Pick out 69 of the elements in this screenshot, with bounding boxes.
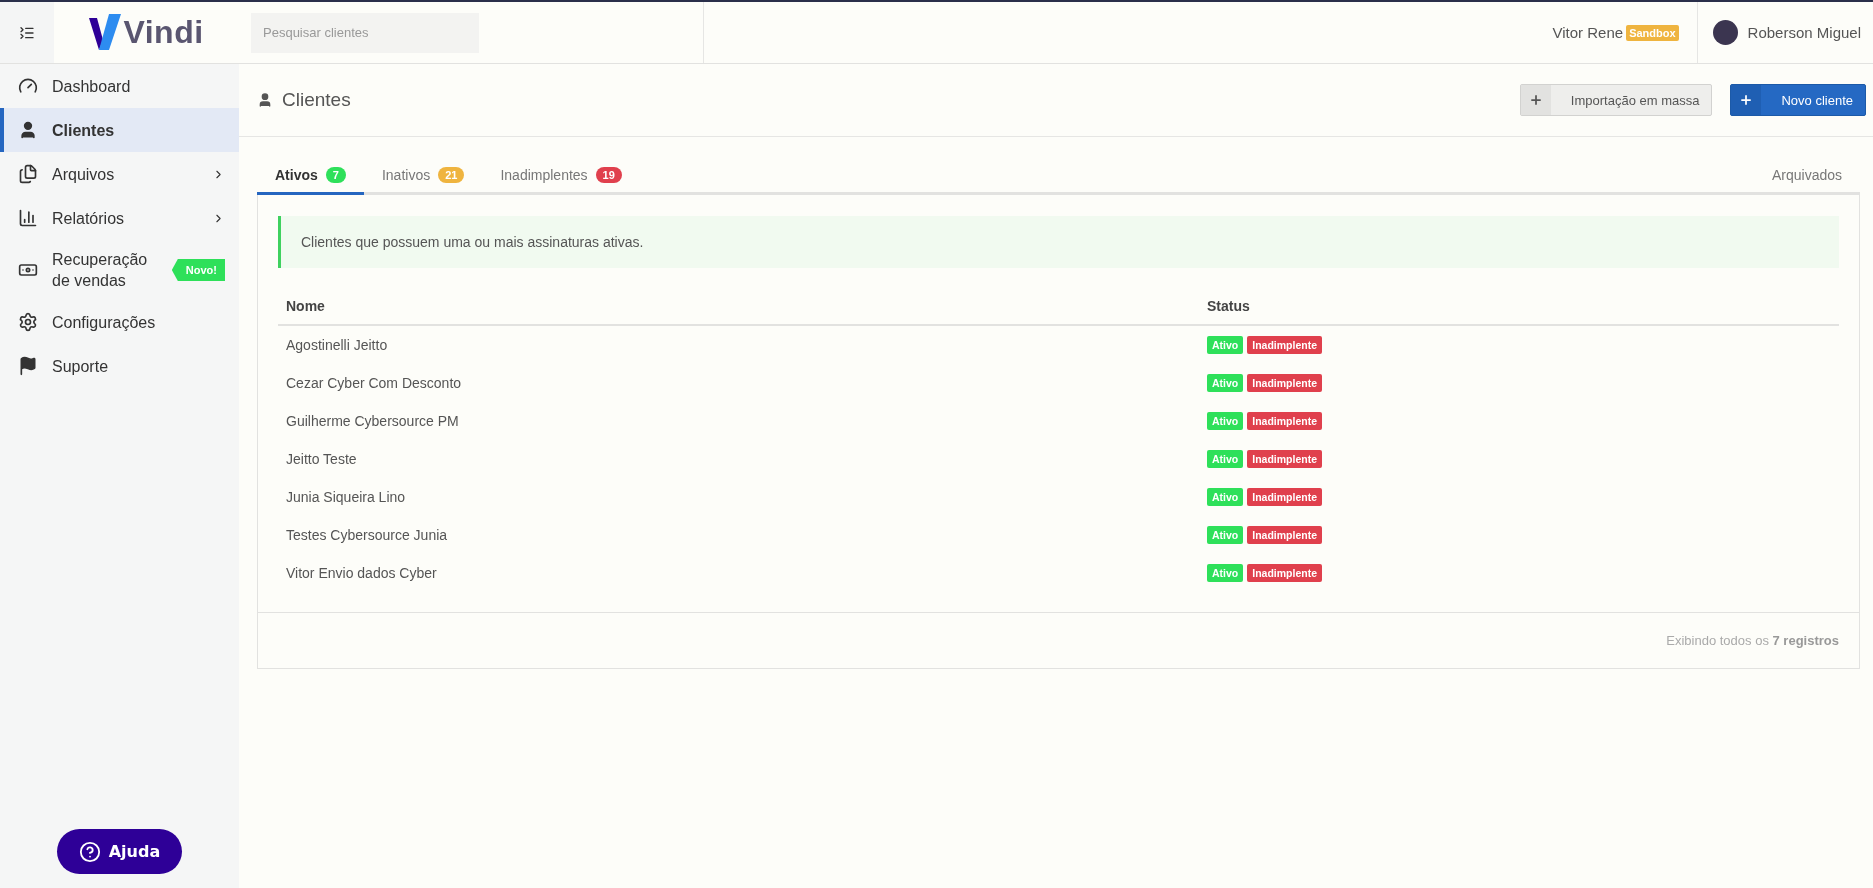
status-badge: Ativo xyxy=(1207,412,1244,430)
sidebar-item-label: Clientes xyxy=(52,120,116,141)
page-title: Clientes xyxy=(282,89,351,111)
client-name-cell: Agostinelli Jeitto xyxy=(278,325,1199,364)
status-badge: Inadimplente xyxy=(1247,488,1322,506)
help-button[interactable]: Ajuda xyxy=(56,829,183,874)
info-notice: Clientes que possuem uma ou mais assinaturas ativas. xyxy=(278,216,1839,268)
search-field[interactable]: Pesquisar clientes xyxy=(251,12,479,53)
status-badge: Ativo xyxy=(1207,374,1244,392)
menu-icon xyxy=(19,24,35,41)
status-badge: Inadimplente xyxy=(1247,374,1322,392)
client-name-cell-text: Jeitto Teste xyxy=(285,450,358,469)
sidebar-item[interactable]: Clientes xyxy=(0,108,239,152)
status-badge: Ativo xyxy=(1207,564,1244,582)
client-name-cell-text: Junia Siqueira Lino xyxy=(285,488,407,507)
bulk-import-button[interactable]: Importação em massa xyxy=(1519,84,1713,116)
column-header: Status xyxy=(1199,288,1839,325)
client-name-cell-text: Vitor Envio dados Cyber xyxy=(285,564,438,583)
count-badge: 19 xyxy=(595,167,622,183)
plus-icon xyxy=(1739,93,1754,107)
tab[interactable]: Inativos 21 xyxy=(363,157,483,195)
help-icon xyxy=(78,840,101,863)
sidebar-item-icon xyxy=(18,164,38,184)
status-badge: Ativo xyxy=(1207,488,1244,506)
sidebar-item-icon xyxy=(18,120,38,140)
sidebar-item-icon xyxy=(18,312,38,332)
sidebar-toggle-button[interactable] xyxy=(0,2,54,63)
tab[interactable]: Inadimplentes 19 xyxy=(482,157,640,195)
sidebar-item-icon xyxy=(18,356,38,376)
sidebar-item[interactable]: Configurações xyxy=(0,300,239,344)
sidebar-item[interactable]: Dashboard xyxy=(0,64,239,108)
count-badge: 7 xyxy=(325,167,346,183)
status-badge: Inadimplente xyxy=(1247,526,1322,544)
new-badge: Novo! xyxy=(171,259,225,281)
status-badge: Inadimplente xyxy=(1247,336,1322,354)
count-badge: 21 xyxy=(438,167,465,183)
status-badge: Inadimplente xyxy=(1247,564,1322,582)
user-icon xyxy=(257,92,273,108)
sidebar-item[interactable]: Suporte xyxy=(0,344,239,388)
sidebar-item-label: Configurações xyxy=(52,312,157,333)
sidebar-item-icon xyxy=(18,76,38,96)
new-client-button[interactable]: Novo cliente xyxy=(1730,84,1866,116)
account-name[interactable]: Vitor Rene xyxy=(1552,24,1624,41)
logo-text: Vindi xyxy=(123,14,204,51)
sidebar-item-label: Dashboard xyxy=(52,76,132,97)
logo-icon xyxy=(89,13,122,52)
sidebar-item-icon xyxy=(18,208,38,228)
client-name-cell-text: Cezar Cyber Com Desconto xyxy=(285,374,463,393)
sidebar-item[interactable]: Relatórios xyxy=(0,196,239,240)
client-name-cell-text: Testes Cybersource Junia xyxy=(285,526,449,545)
user-avatar[interactable] xyxy=(1712,20,1738,45)
sidebar-item-label: Arquivos xyxy=(52,164,116,185)
environment-badge: Sandbox xyxy=(1626,24,1679,41)
client-name-cell-text: Guilherme Cybersource PM xyxy=(285,412,460,431)
status-badge: Ativo xyxy=(1207,526,1244,544)
status-badge: Ativo xyxy=(1207,450,1244,468)
status-badge: Ativo xyxy=(1207,336,1244,354)
sidebar-item[interactable]: Arquivos xyxy=(0,152,239,196)
records-summary: Exibindo todos os 7 registros xyxy=(1666,633,1839,648)
sidebar-item[interactable]: Recuperação de vendas Novo! xyxy=(0,240,239,300)
sidebar-item-label: Relatórios xyxy=(52,208,126,229)
plus-icon xyxy=(1528,93,1543,107)
archived-tab[interactable]: Arquivados xyxy=(1753,157,1860,195)
status-badge: Inadimplente xyxy=(1247,450,1322,468)
column-header: Nome xyxy=(278,288,1199,325)
status-badge: Inadimplente xyxy=(1247,412,1322,430)
sidebar-item-label: Suporte xyxy=(52,356,110,377)
user-name[interactable]: Roberson Miguel xyxy=(1747,24,1861,41)
sidebar-item-label: Recuperação de vendas xyxy=(52,250,149,291)
